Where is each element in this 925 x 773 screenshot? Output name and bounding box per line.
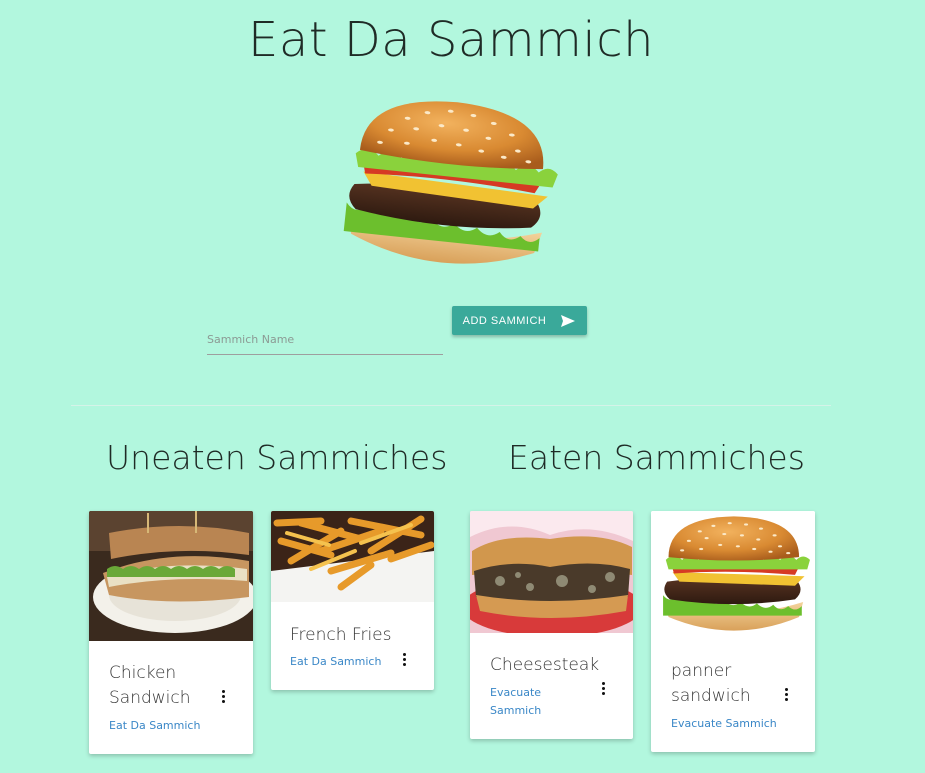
hero-burger-image [341,100,560,274]
sammich-name-input[interactable] [207,324,443,355]
send-icon [561,314,576,327]
add-sammich-button[interactable]: ADD SAMMICH [452,306,587,335]
more-options-icon[interactable] [400,652,410,668]
sammich-name: panner sandwich [671,661,751,706]
more-options-icon[interactable] [782,687,792,703]
sammich-card-french-fries: French Fries Eat Da Sammich [271,511,434,690]
sammich-card-panner-sandwich: panner sandwich Evacuate Sammich [651,511,815,752]
page-title: Eat Da Sammich [248,12,654,68]
eaten-section-title: Eaten Sammiches [508,438,805,477]
uneaten-section-title: Uneaten Sammiches [106,438,448,477]
more-options-icon[interactable] [599,681,609,697]
chicken-sandwich-image [89,511,253,641]
cheesesteak-image [470,511,633,633]
french-fries-image [271,511,434,602]
eat-sammich-link[interactable]: Eat Da Sammich [109,717,200,735]
evacuate-sammich-link[interactable]: Evacuate Sammich [671,715,777,733]
sammich-card-chicken-sandwich: Chicken Sandwich Eat Da Sammich [89,511,253,754]
sammich-name: French Fries [290,625,392,645]
eat-sammich-link[interactable]: Eat Da Sammich [290,653,381,671]
sammich-card-cheesesteak: Cheesesteak Evacuate Sammich [470,511,633,739]
section-divider [71,405,831,406]
sammich-name: Cheesesteak [490,655,600,675]
evacuate-sammich-link[interactable]: Evacuate Sammich [490,684,554,720]
add-sammich-label: ADD SAMMICH [462,314,547,327]
more-options-icon[interactable] [219,689,229,705]
sammich-name: Chicken Sandwich [109,663,191,708]
burger-image [651,511,815,637]
